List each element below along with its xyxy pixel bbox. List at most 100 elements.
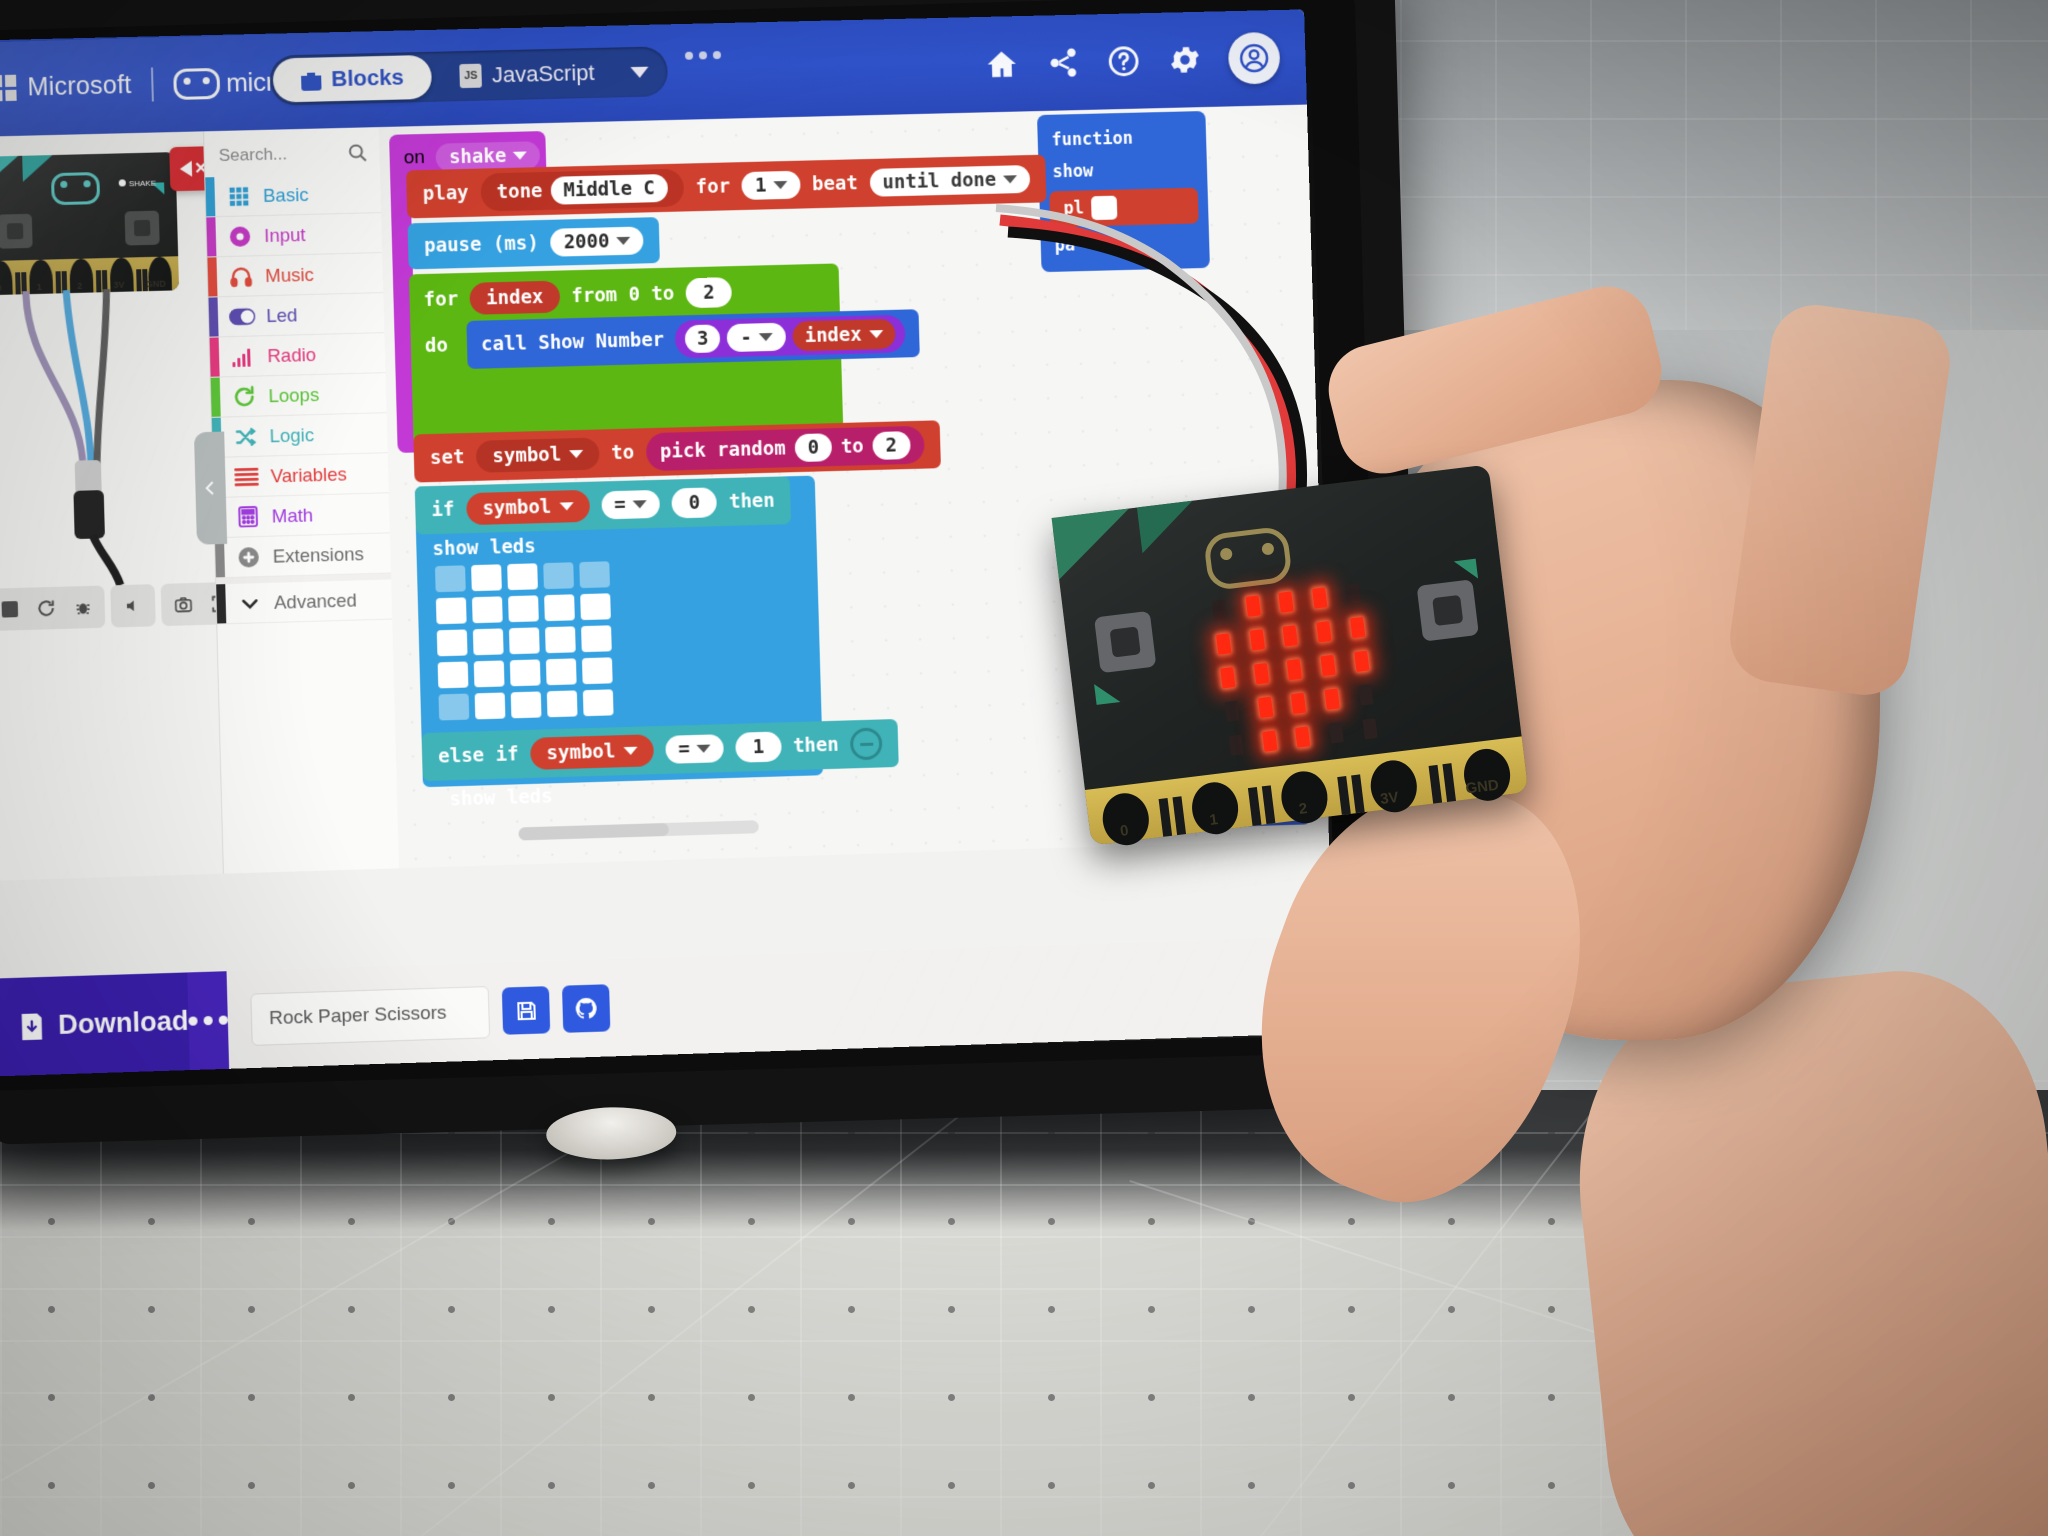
- toolbox-category-led[interactable]: Led: [208, 293, 386, 338]
- tab-javascript[interactable]: JS JavaScript: [431, 50, 623, 98]
- download-more-button[interactable]: [187, 971, 230, 1071]
- led-toggle[interactable]: [579, 561, 611, 589]
- tab-blocks[interactable]: Blocks: [272, 54, 433, 103]
- toolbox-category-basic[interactable]: Basic: [205, 173, 383, 218]
- mat-dot: [848, 1306, 855, 1313]
- led-toggle[interactable]: [580, 593, 611, 621]
- device-led: [1220, 667, 1236, 689]
- loop-variable[interactable]: index: [469, 280, 560, 315]
- help-icon[interactable]: [1105, 43, 1142, 80]
- chevron-down-icon[interactable]: [630, 66, 649, 78]
- project-name-input[interactable]: Rock Paper Scissors: [250, 985, 491, 1046]
- led-toggle[interactable]: [546, 690, 578, 718]
- toolbox-collapse-button[interactable]: [193, 431, 228, 545]
- download-button[interactable]: Download: [0, 971, 230, 1077]
- toolbox-category-loops[interactable]: Loops: [210, 373, 388, 418]
- led-toggle[interactable]: [508, 627, 540, 655]
- toolbox-category-radio[interactable]: Radio: [209, 333, 387, 378]
- sim-button-a[interactable]: [0, 213, 33, 249]
- led-toggle[interactable]: [437, 661, 469, 689]
- device-led: [1278, 591, 1295, 614]
- tone-keyword: tone: [496, 180, 543, 204]
- symbol-variable-dropdown[interactable]: symbol: [476, 437, 600, 473]
- minuend-field[interactable]: 3: [684, 324, 721, 354]
- sim-button-b[interactable]: [124, 210, 160, 246]
- operator-dropdown[interactable]: -: [727, 322, 787, 353]
- led-toggle[interactable]: [581, 657, 613, 685]
- board-corner-triangle-2: [22, 155, 54, 182]
- toolbox-category-input[interactable]: Input: [206, 213, 384, 258]
- restart-icon[interactable]: [29, 592, 64, 625]
- github-button[interactable]: [561, 984, 611, 1033]
- led-toggle[interactable]: [438, 693, 470, 721]
- led-toggle[interactable]: [435, 597, 467, 625]
- led-toggle[interactable]: [581, 625, 612, 653]
- toolbox-category-variables[interactable]: Variables: [212, 453, 390, 499]
- index-ref-label: index: [804, 323, 862, 348]
- led-toggle[interactable]: [582, 689, 614, 717]
- toolbox-category-math[interactable]: Math: [213, 493, 391, 539]
- sim-shake-indicator[interactable]: SHAKE: [118, 179, 156, 189]
- elseif-symbol-variable[interactable]: symbol: [530, 734, 654, 770]
- device-triangle-a: [1094, 681, 1121, 705]
- toolbox-category-advanced[interactable]: Advanced: [215, 573, 394, 625]
- led-toggle[interactable]: [545, 658, 577, 686]
- home-icon[interactable]: [982, 47, 1021, 82]
- until-done-dropdown[interactable]: until done: [869, 164, 1031, 197]
- toolbox-category-music[interactable]: Music: [207, 253, 385, 298]
- chevron-down-icon: [773, 180, 788, 190]
- random-max-field[interactable]: 2: [872, 431, 911, 461]
- tone-arg[interactable]: tone Middle C: [480, 168, 685, 212]
- download-main[interactable]: Download: [0, 1006, 189, 1044]
- device-button-b[interactable]: [1416, 579, 1479, 642]
- toolbox-category-extensions[interactable]: Extensions: [214, 533, 392, 579]
- gear-icon[interactable]: [1167, 42, 1204, 79]
- if-operator-dropdown[interactable]: =: [600, 489, 661, 520]
- debug-icon[interactable]: [65, 591, 100, 624]
- toolbox-category-logic[interactable]: Logic: [211, 413, 389, 458]
- led-toggle[interactable]: [471, 596, 503, 624]
- beats-dropdown[interactable]: 1: [741, 170, 801, 201]
- led-toggle[interactable]: [472, 628, 504, 656]
- device-button-a[interactable]: [1093, 610, 1157, 674]
- led-toggle[interactable]: [436, 629, 468, 657]
- mat-dot: [48, 1306, 55, 1313]
- loop-limit-field[interactable]: 2: [685, 277, 732, 309]
- led-toggle[interactable]: [474, 692, 506, 720]
- led-toggle[interactable]: [545, 626, 576, 654]
- on-keyword: on: [403, 146, 426, 169]
- block-pause[interactable]: pause (ms) 2000: [407, 217, 661, 270]
- led-toggle[interactable]: [473, 660, 505, 688]
- led-matrix-editor[interactable]: [434, 561, 614, 721]
- led-toggle[interactable]: [471, 564, 502, 592]
- led-toggle[interactable]: [543, 562, 574, 590]
- elseif-compare-field[interactable]: 1: [735, 731, 782, 763]
- stop-icon[interactable]: [0, 593, 27, 626]
- pick-random-block[interactable]: pick random 0 to 2: [645, 425, 925, 472]
- mat-dot: [948, 1394, 955, 1401]
- note-field[interactable]: Middle C: [550, 173, 669, 205]
- index-variable-ref[interactable]: index: [792, 318, 896, 352]
- led-toggle[interactable]: [544, 594, 575, 622]
- led-toggle[interactable]: [509, 659, 541, 687]
- account-icon[interactable]: [1227, 31, 1281, 85]
- led-toggle[interactable]: [508, 595, 539, 623]
- search-input[interactable]: Search...: [204, 127, 381, 177]
- device-led: [1245, 595, 1261, 618]
- if-compare-field[interactable]: 0: [671, 487, 718, 519]
- led-toggle[interactable]: [507, 563, 538, 591]
- mat-dot: [1048, 1482, 1055, 1489]
- if-symbol-variable[interactable]: symbol: [465, 489, 590, 526]
- subtract-expression[interactable]: 3 - index: [674, 314, 906, 359]
- sound-icon[interactable]: [115, 589, 150, 622]
- elseif-operator-dropdown[interactable]: =: [664, 734, 725, 764]
- pause-value-dropdown[interactable]: 2000: [550, 226, 644, 257]
- led-toggle[interactable]: [510, 691, 542, 719]
- remove-branch-icon[interactable]: [850, 727, 884, 761]
- random-min-field[interactable]: 0: [794, 433, 833, 463]
- screenshot-icon[interactable]: [166, 588, 201, 621]
- mat-gridline: [1000, 1080, 1002, 1536]
- share-icon[interactable]: [1046, 45, 1081, 80]
- save-button[interactable]: [501, 986, 551, 1035]
- led-toggle[interactable]: [434, 565, 466, 593]
